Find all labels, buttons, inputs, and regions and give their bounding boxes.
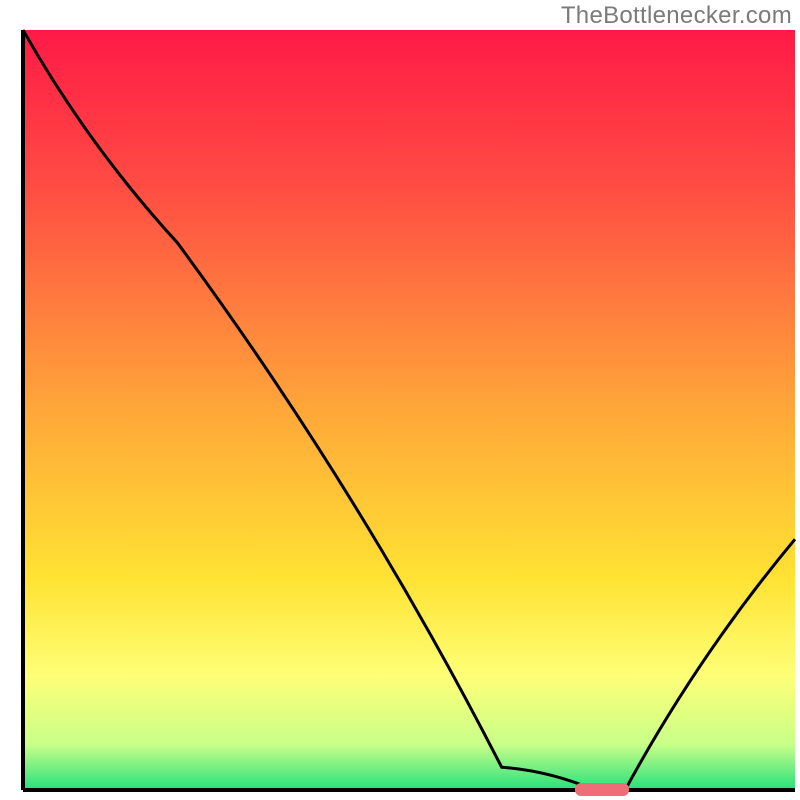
- optimal-zone-bar: [575, 783, 629, 796]
- plot-background: [23, 30, 795, 790]
- watermark-text: TheBottlenecker.com: [561, 2, 792, 30]
- bottleneck-chart: [0, 0, 800, 800]
- chart-stage: TheBottlenecker.com: [0, 0, 800, 800]
